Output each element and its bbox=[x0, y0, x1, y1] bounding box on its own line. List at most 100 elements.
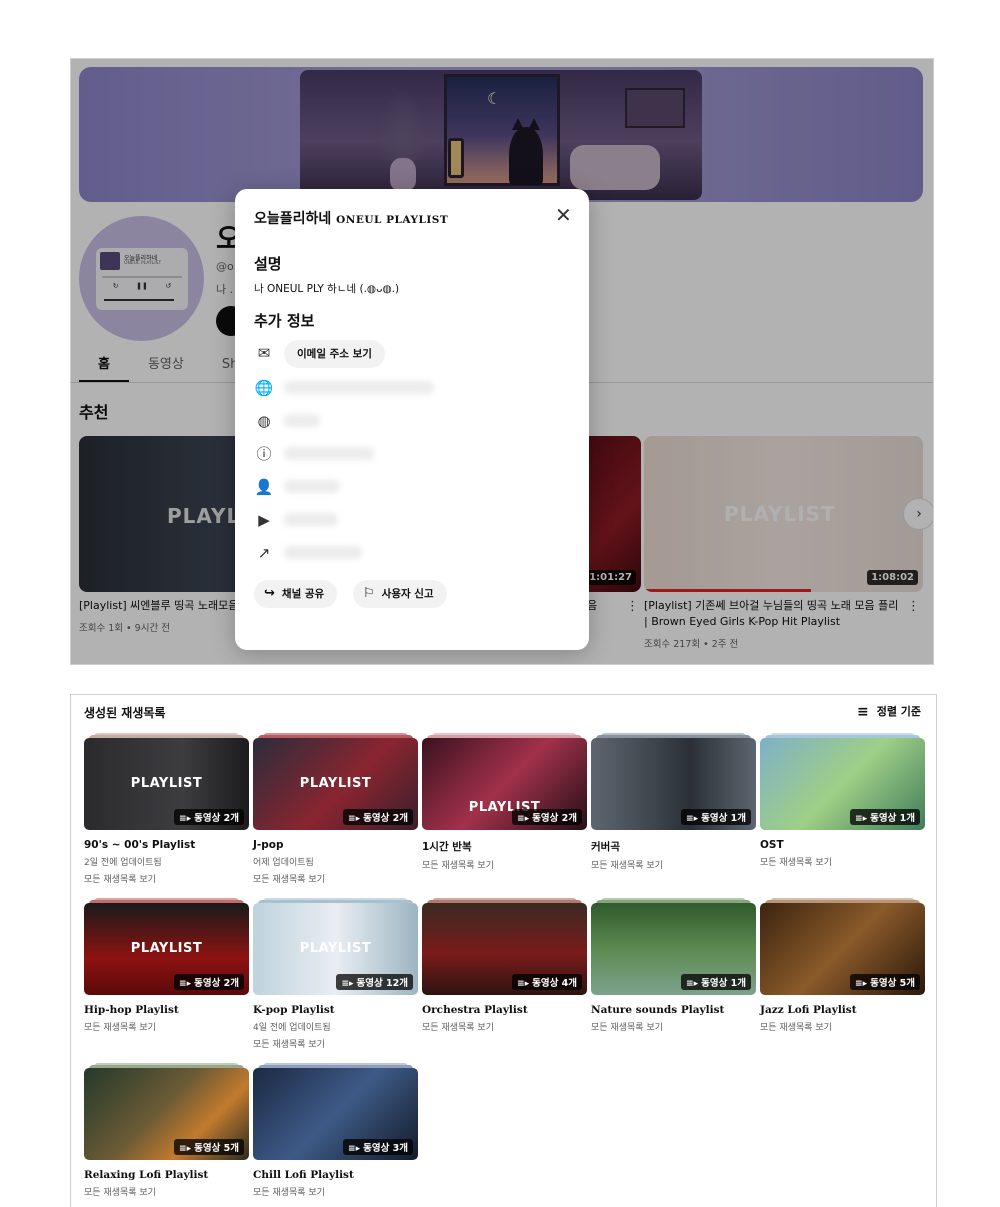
channel-page-panel: ☾ 오늘플리하네 ONEUL PLAYLIST ↻ ❚❚ ↺ 오 @o 나 . … bbox=[70, 58, 934, 665]
playlist-thumbnail-stack[interactable]: ≡▸ 동영상 5개 bbox=[84, 1063, 249, 1161]
share-channel-button[interactable]: ↪ 채널 공유 bbox=[254, 580, 338, 608]
view-full-playlist-link[interactable]: 모든 재생목록 보기 bbox=[253, 1037, 418, 1050]
playlist-card[interactable]: PLAYLIST ≡▸ 동영상 12개 K-pop Playlist 4일 전에 업데이… bbox=[253, 898, 418, 1050]
playlist-updated: 어제 업데이트됨 bbox=[253, 858, 314, 868]
playlist-title[interactable]: Relaxing Lofi Playlist bbox=[84, 1169, 249, 1181]
playlist-count-label: 동영상 2개 bbox=[194, 813, 239, 824]
playlist-title[interactable]: Jazz Lofi Playlist bbox=[760, 1004, 925, 1016]
playlist-thumbnail-stack[interactable]: PLAYLIST ≡▸ 동영상 2개 bbox=[84, 733, 249, 831]
playlist-card[interactable]: ≡▸ 동영상 1개 Nature sounds Playlist 모든 재생목록 보기 bbox=[591, 898, 756, 1033]
share-icon: ↪ bbox=[264, 586, 275, 601]
thumbnail-playlist-text: PLAYLIST bbox=[130, 776, 203, 791]
playlist-card[interactable]: ≡▸ 동영상 4개 Orchestra Playlist 모든 재생목록 보기 bbox=[422, 898, 587, 1033]
view-full-playlist-link[interactable]: 모든 재생목록 보기 bbox=[591, 858, 756, 871]
playlist-video-count: ≡▸ 동영상 2개 bbox=[174, 809, 244, 825]
playlist-thumbnail[interactable]: PLAYLIST ≡▸ 동영상 12개 bbox=[253, 903, 418, 995]
info-icon: ⓘ bbox=[256, 445, 272, 463]
playlist-thumbnail[interactable]: ≡▸ 동영상 1개 bbox=[760, 738, 925, 830]
playlist-title[interactable]: 커버곡 bbox=[591, 839, 756, 854]
thumbnail-playlist-text: PLAYLIST bbox=[299, 776, 372, 791]
view-full-playlist-link[interactable]: 모든 재생목록 보기 bbox=[591, 1020, 756, 1033]
playlist-thumbnail-stack[interactable]: PLAYLIST ≡▸ 동영상 2개 bbox=[84, 898, 249, 996]
playlist-card[interactable]: PLAYLIST ≡▸ 동영상 2개 90's ~ 00's Playlist 2일 전… bbox=[84, 733, 249, 885]
playlist-count-label: 동영상 4개 bbox=[532, 978, 577, 989]
country-row: ◍ bbox=[254, 408, 574, 434]
playlist-thumbnail-stack[interactable]: PLAYLIST ≡▸ 동영상 2개 bbox=[253, 733, 418, 831]
view-full-playlist-link[interactable]: 모든 재생목록 보기 bbox=[760, 855, 925, 868]
playlist-count-label: 동영상 5개 bbox=[194, 1143, 239, 1154]
playlist-thumbnail-stack[interactable]: ≡▸ 동영상 1개 bbox=[591, 898, 756, 996]
view-full-playlist-link[interactable]: 모든 재생목록 보기 bbox=[760, 1020, 925, 1033]
playlist-thumbnail-stack[interactable]: PLAYLIST ≡▸ 동영상 2개 bbox=[422, 733, 587, 831]
playlist-card[interactable]: ≡▸ 동영상 5개 Jazz Lofi Playlist 모든 재생목록 보기 bbox=[760, 898, 925, 1033]
view-full-playlist-link[interactable]: 모든 재생목록 보기 bbox=[422, 858, 587, 871]
view-full-playlist-link[interactable]: 모든 재생목록 보기 bbox=[84, 1185, 249, 1198]
playlist-card[interactable]: ≡▸ 동영상 3개 Chill Lofi Playlist 모든 재생목록 보기 bbox=[253, 1063, 418, 1198]
close-icon[interactable]: ✕ bbox=[555, 205, 572, 225]
playlist-title[interactable]: K-pop Playlist bbox=[253, 1004, 418, 1016]
playlist-count-label: 동영상 12개 bbox=[356, 978, 409, 989]
view-full-playlist-link[interactable]: 모든 재생목록 보기 bbox=[84, 1020, 249, 1033]
playlist-card[interactable]: PLAYLIST ≡▸ 동영상 2개 Hip-hop Playlist 모든 재생목록 … bbox=[84, 898, 249, 1033]
playlist-icon: ≡▸ bbox=[686, 814, 699, 824]
person-icon: 👤 bbox=[254, 478, 274, 496]
report-user-button[interactable]: ⚐ 사용자 신고 bbox=[353, 580, 447, 608]
playlist-thumbnail[interactable]: PLAYLIST ≡▸ 동영상 2개 bbox=[84, 738, 249, 830]
play-box-icon: ▶ bbox=[258, 511, 270, 529]
playlist-video-count: ≡▸ 동영상 1개 bbox=[850, 809, 920, 825]
playlist-video-count: ≡▸ 동영상 1개 bbox=[681, 809, 751, 825]
playlist-thumbnail-stack[interactable]: ≡▸ 동영상 3개 bbox=[253, 1063, 418, 1161]
playlist-title[interactable]: 90's ~ 00's Playlist bbox=[84, 839, 249, 851]
joined-row: ⓘ bbox=[254, 441, 574, 467]
playlist-count-label: 동영상 1개 bbox=[701, 978, 746, 989]
playlist-thumbnail[interactable]: ≡▸ 동영상 4개 bbox=[422, 903, 587, 995]
playlist-thumbnail[interactable]: ≡▸ 동영상 1개 bbox=[591, 738, 756, 830]
playlist-thumbnail-stack[interactable]: ≡▸ 동영상 1개 bbox=[760, 733, 925, 831]
playlist-thumbnail-stack[interactable]: ≡▸ 동영상 5개 bbox=[760, 898, 925, 996]
playlist-thumbnail[interactable]: ≡▸ 동영상 1개 bbox=[591, 903, 756, 995]
playlist-thumbnail-stack[interactable]: ≡▸ 동영상 1개 bbox=[591, 733, 756, 831]
playlist-icon: ≡▸ bbox=[341, 979, 354, 989]
playlist-icon: ≡▸ bbox=[686, 979, 699, 989]
sort-label: 정렬 기준 bbox=[876, 705, 922, 718]
playlist-thumbnail[interactable]: ≡▸ 동영상 3개 bbox=[253, 1068, 418, 1160]
playlist-thumbnail[interactable]: PLAYLIST ≡▸ 동영상 2개 bbox=[422, 738, 587, 830]
dialog-title-ko: 오늘플리하네 bbox=[254, 211, 332, 227]
view-full-playlist-link[interactable]: 모든 재생목록 보기 bbox=[253, 872, 418, 885]
playlist-title[interactable]: OST bbox=[760, 839, 925, 851]
sort-button[interactable]: ≡ 정렬 기준 bbox=[857, 703, 921, 720]
email-row: ✉ 이메일 주소 보기 bbox=[254, 340, 574, 368]
playlist-thumbnail-stack[interactable]: PLAYLIST ≡▸ 동영상 12개 bbox=[253, 898, 418, 996]
playlist-thumbnail[interactable]: PLAYLIST ≡▸ 동영상 2개 bbox=[253, 738, 418, 830]
more-info-heading: 추가 정보 bbox=[254, 312, 315, 330]
playlist-title[interactable]: Orchestra Playlist bbox=[422, 1004, 587, 1016]
playlist-icon: ≡▸ bbox=[179, 979, 192, 989]
dialog-title-en: ONEUL PLAYLIST bbox=[336, 214, 449, 226]
created-playlists-heading: 생성된 재생목록 bbox=[84, 706, 166, 720]
globe-icon: 🌐 bbox=[254, 379, 274, 397]
view-full-playlist-link[interactable]: 모든 재생목록 보기 bbox=[253, 1185, 418, 1198]
redacted-link[interactable] bbox=[284, 381, 434, 394]
playlist-card[interactable]: ≡▸ 동영상 5개 Relaxing Lofi Playlist 모든 재생목록 보기 bbox=[84, 1063, 249, 1198]
playlist-title[interactable]: Chill Lofi Playlist bbox=[253, 1169, 418, 1181]
website-row: 🌐 bbox=[254, 375, 574, 401]
playlist-card[interactable]: ≡▸ 동영상 1개커버곡모든 재생목록 보기 bbox=[591, 733, 756, 871]
view-email-button[interactable]: 이메일 주소 보기 bbox=[284, 340, 385, 368]
playlist-title[interactable]: Nature sounds Playlist bbox=[591, 1004, 756, 1016]
playlist-card[interactable]: PLAYLIST ≡▸ 동영상 2개 J-pop 어제 업데이트됨모든 재생목록 보기 bbox=[253, 733, 418, 885]
dialog-title: 오늘플리하네 ONEUL PLAYLIST bbox=[254, 208, 448, 228]
view-full-playlist-link[interactable]: 모든 재생목록 보기 bbox=[84, 872, 249, 885]
playlist-thumbnail[interactable]: ≡▸ 동영상 5개 bbox=[760, 903, 925, 995]
playlist-thumbnail[interactable]: ≡▸ 동영상 5개 bbox=[84, 1068, 249, 1160]
playlist-title[interactable]: Hip-hop Playlist bbox=[84, 1004, 249, 1016]
playlist-title[interactable]: J-pop bbox=[253, 839, 418, 851]
playlist-thumbnail-stack[interactable]: ≡▸ 동영상 4개 bbox=[422, 898, 587, 996]
playlist-title[interactable]: 1시간 반복 bbox=[422, 839, 587, 854]
playlist-updated: 2일 전에 업데이트됨 bbox=[84, 858, 162, 868]
playlist-card[interactable]: ≡▸ 동영상 1개 OST 모든 재생목록 보기 bbox=[760, 733, 925, 868]
view-full-playlist-link[interactable]: 모든 재생목록 보기 bbox=[422, 1020, 587, 1033]
playlist-thumbnail[interactable]: PLAYLIST ≡▸ 동영상 2개 bbox=[84, 903, 249, 995]
playlist-card[interactable]: PLAYLIST ≡▸ 동영상 2개 1시간 반복모든 재생목록 보기 bbox=[422, 733, 587, 871]
playlist-video-count: ≡▸ 동영상 3개 bbox=[343, 1139, 413, 1155]
playlist-count-label: 동영상 2개 bbox=[363, 813, 408, 824]
